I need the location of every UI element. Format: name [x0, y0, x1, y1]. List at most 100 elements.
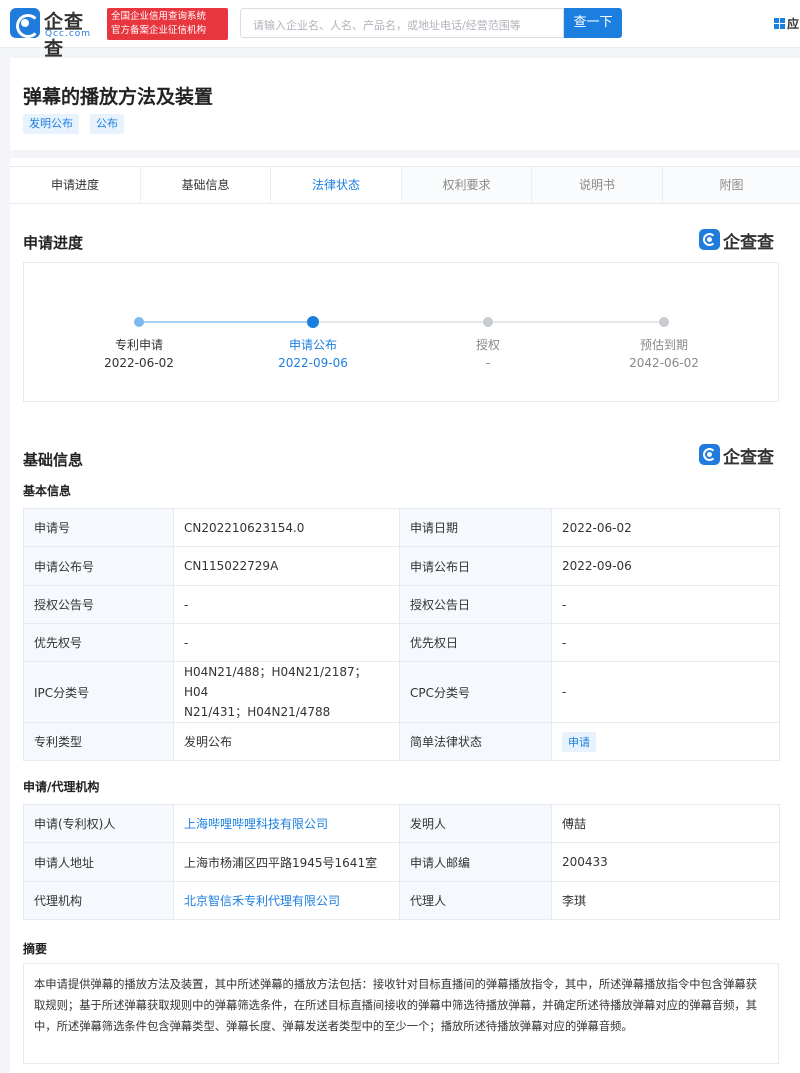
logo-domain: Qcc.com: [45, 29, 92, 39]
field-label: 代理机构: [23, 881, 174, 920]
qcc-watermark-icon: [699, 444, 720, 465]
step-label: 授权: [475, 338, 500, 352]
table-row: 申请号 CN202210623154.0 申请日期 2022-06-02: [23, 508, 780, 547]
page-title: 弹幕的播放方法及装置: [23, 86, 214, 108]
table-row: 申请公布号 CN115022729A 申请公布日 2022-09-06: [23, 546, 780, 586]
field-label: 优先权号: [23, 623, 174, 662]
legal-status-badge: 申请: [562, 731, 596, 752]
gov-badge-line2: 官方备案企业征信机构: [111, 25, 207, 36]
field-value: -: [551, 623, 780, 662]
field-value: CN115022729A: [173, 546, 400, 586]
step-date: 2022-09-06: [278, 356, 348, 370]
field-label: 发明人: [399, 804, 552, 843]
tab-drawings[interactable]: 附图: [663, 167, 800, 203]
field-value: -: [551, 585, 780, 624]
field-label: CPC分类号: [399, 661, 552, 723]
timeline-dot: [134, 317, 144, 327]
field-label: 代理人: [399, 881, 552, 920]
field-label: 申请人邮编: [399, 842, 552, 882]
agency-table: 申请(专利权)人 上海哔哩哔哩科技有限公司 发明人 傅喆 申请人地址 上海市杨浦…: [23, 804, 780, 920]
grid-icon: [774, 18, 785, 29]
field-label: 简单法律状态: [399, 722, 552, 761]
timeline-line-done: [139, 321, 314, 323]
field-label: 申请号: [23, 508, 174, 547]
applicant-link[interactable]: 上海哔哩哔哩科技有限公司: [173, 804, 400, 843]
field-value: CN202210623154.0: [173, 508, 400, 547]
field-value: 上海市杨浦区四平路1945号1641室: [173, 842, 400, 882]
field-value: -: [173, 585, 400, 624]
tab-description[interactable]: 说明书: [532, 167, 663, 203]
patent-detail-panel: 申请进度 基础信息 法律状态 权利要求 说明书 附图 申请进度 企查查 专利申请…: [10, 158, 800, 1073]
step-date: -: [485, 356, 491, 370]
basic-subtitle: 基本信息: [23, 484, 72, 498]
step-label: 申请公布: [288, 338, 337, 352]
timeline-dot: [659, 317, 669, 327]
field-value: 申请: [551, 722, 780, 761]
timeline-dot: [483, 317, 493, 327]
qcc-logo[interactable]: 企查查 Qcc.com: [10, 8, 102, 60]
watermark-text: 企查查: [723, 448, 774, 468]
field-label: 优先权日: [399, 623, 552, 662]
app-entry[interactable]: 应: [774, 15, 799, 32]
table-row: 专利类型 发明公布 简单法律状态 申请: [23, 722, 780, 761]
agency-link[interactable]: 北京智信禾专利代理有限公司: [173, 881, 400, 920]
field-label: 申请人地址: [23, 842, 174, 882]
step-label: 专利申请: [114, 338, 163, 352]
watermark-text: 企查查: [723, 233, 774, 253]
field-label: 专利类型: [23, 722, 174, 761]
basic-section-title: 基础信息: [23, 451, 84, 469]
field-value: 2022-09-06: [551, 546, 780, 586]
field-label: 申请(专利权)人: [23, 804, 174, 843]
ipc-line: N21/431；H04N21/4788: [184, 705, 331, 719]
field-label: IPC分类号: [23, 661, 174, 723]
patent-type-tag: 发明公布: [23, 114, 79, 134]
table-row: 申请(专利权)人 上海哔哩哔哩科技有限公司 发明人 傅喆: [23, 804, 780, 843]
gov-badge-line1: 全国企业信用查询系统: [111, 11, 207, 22]
basic-info-table: 申请号 CN202210623154.0 申请日期 2022-06-02 申请公…: [23, 508, 780, 761]
field-value: 发明公布: [173, 722, 400, 761]
field-value: 200433: [551, 842, 780, 882]
ipc-line: H04N21/488；H04N21/2187；H04: [184, 665, 367, 699]
agency-subtitle: 申请/代理机构: [23, 780, 100, 794]
abstract-subtitle: 摘要: [23, 942, 48, 956]
section-tabs: 申请进度 基础信息 法律状态 权利要求 说明书 附图: [10, 166, 800, 204]
step-label: 预估到期: [639, 338, 688, 352]
field-value: 李琪: [551, 881, 780, 920]
field-label: 申请日期: [399, 508, 552, 547]
tab-claims[interactable]: 权利要求: [402, 167, 532, 203]
abstract-text: 本申请提供弹幕的播放方法及装置，其中所述弹幕的播放方法包括：接收针对目标直播间的…: [23, 963, 779, 1064]
field-value: 2022-06-02: [551, 508, 780, 547]
top-bar: 企查查 Qcc.com 全国企业信用查询系统 官方备案企业征信机构 请输入企业名…: [0, 0, 800, 60]
ipc-value: H04N21/488；H04N21/2187；H04 N21/431；H04N2…: [173, 661, 400, 723]
field-label: 申请公布号: [23, 546, 174, 586]
field-value: 傅喆: [551, 804, 780, 843]
table-row: 优先权号 - 优先权日 -: [23, 623, 780, 662]
tab-legal-status[interactable]: 法律状态: [271, 167, 402, 203]
timeline-dot-current: [307, 316, 319, 328]
field-value: -: [551, 661, 780, 723]
qcc-logo-icon: [10, 8, 40, 38]
field-label: 授权公告号: [23, 585, 174, 624]
progress-timeline: 专利申请 2022-06-02 申请公布 2022-09-06 授权 - 预估到…: [23, 262, 779, 402]
gov-credit-badge[interactable]: 全国企业信用查询系统 官方备案企业征信机构: [107, 8, 228, 40]
search-input[interactable]: 请输入企业名、人名、产品名，或地址电话/经营范围等: [240, 8, 564, 38]
qcc-watermark: 企查查: [699, 228, 781, 253]
table-row: IPC分类号 H04N21/488；H04N21/2187；H04 N21/43…: [23, 661, 780, 723]
table-row: 申请人地址 上海市杨浦区四平路1945号1641室 申请人邮编 200433: [23, 842, 780, 882]
tab-progress[interactable]: 申请进度: [10, 167, 141, 203]
patent-title-card: 弹幕的播放方法及装置 发明公布 公布: [10, 58, 800, 150]
step-date: 2022-06-02: [104, 356, 174, 370]
table-row: 授权公告号 - 授权公告日 -: [23, 585, 780, 624]
field-value: -: [173, 623, 400, 662]
step-date: 2042-06-02: [629, 356, 699, 370]
status-tag: 公布: [90, 114, 124, 134]
table-row: 代理机构 北京智信禾专利代理有限公司 代理人 李琪: [23, 881, 780, 920]
progress-section-title: 申请进度: [23, 234, 84, 252]
field-label: 授权公告日: [399, 585, 552, 624]
qcc-watermark: 企查查: [699, 443, 781, 468]
search-button[interactable]: 查一下: [564, 8, 622, 38]
tab-basic-info[interactable]: 基础信息: [141, 167, 271, 203]
field-label: 申请公布日: [399, 546, 552, 586]
qcc-watermark-icon: [699, 229, 720, 250]
app-entry-label: 应: [787, 17, 800, 31]
